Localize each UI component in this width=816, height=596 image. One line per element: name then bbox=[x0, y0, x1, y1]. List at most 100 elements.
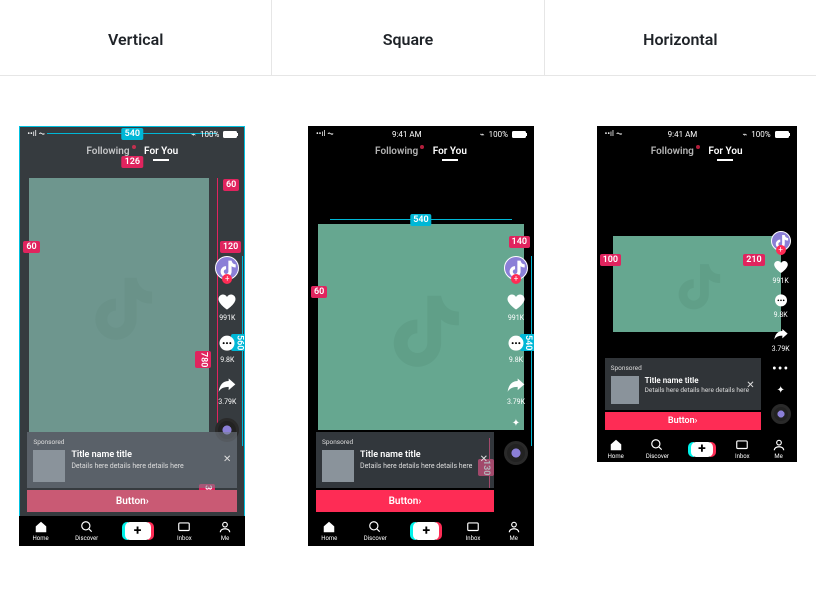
ann-under-tabs: 126 bbox=[122, 156, 143, 168]
sound-disc[interactable] bbox=[771, 404, 791, 424]
tab-following[interactable]: Following bbox=[369, 146, 424, 157]
like-button[interactable]: 991K bbox=[217, 292, 237, 322]
nav-me[interactable]: Me bbox=[507, 520, 521, 542]
battery-pct: 100% bbox=[200, 130, 219, 139]
ann-rm: 120 bbox=[220, 241, 241, 253]
ann-rt: 60 bbox=[223, 179, 239, 191]
media-safe-area bbox=[613, 236, 781, 332]
cta-button[interactable]: Button bbox=[605, 412, 761, 430]
feed-tabs[interactable]: Following For You bbox=[597, 146, 797, 157]
cta-button[interactable]: Button bbox=[316, 490, 494, 512]
battery-pct: 100% bbox=[751, 130, 770, 139]
column-headers: Vertical Square Horizontal bbox=[0, 0, 816, 76]
col-square: Square bbox=[271, 0, 543, 75]
nav-create[interactable]: + bbox=[413, 522, 439, 540]
nav-create[interactable]: + bbox=[691, 442, 713, 457]
ann-left: 60 bbox=[23, 241, 39, 253]
tab-following[interactable]: Following bbox=[80, 146, 135, 157]
ann-right: 210 bbox=[743, 254, 764, 266]
feed-tabs[interactable]: Following For You bbox=[19, 146, 245, 157]
comment-button[interactable]: 9.8K bbox=[217, 334, 237, 364]
tiktok-logo-watermark bbox=[613, 236, 781, 332]
action-rail: 991K 9.8K 3.79K bbox=[215, 256, 239, 442]
card-thumb bbox=[322, 450, 354, 482]
ann-left: 60 bbox=[311, 286, 327, 298]
close-icon[interactable]: ✕ bbox=[746, 380, 754, 391]
nav-home[interactable]: Home bbox=[321, 520, 337, 542]
signal-icon: ••ıl ⏦ bbox=[27, 129, 45, 139]
battery-icon bbox=[223, 131, 237, 138]
bottom-nav: Home Discover + Inbox Me bbox=[19, 516, 245, 546]
sparkle-icon: ✦ bbox=[512, 418, 520, 429]
card-details: Details here details here details here bbox=[71, 462, 183, 470]
sponsored-card[interactable]: Sponsored ✕ Title name title Details her… bbox=[316, 432, 494, 488]
nav-inbox[interactable]: Inbox bbox=[177, 520, 192, 542]
tab-foryou[interactable]: For You bbox=[427, 146, 473, 157]
nav-me[interactable]: Me bbox=[218, 520, 232, 542]
phone-square: ••ıl ⏦ 9:41 AM ⌁ 100% Following For You … bbox=[308, 126, 534, 546]
battery-icon bbox=[775, 131, 789, 138]
battery-icon bbox=[512, 131, 526, 138]
nav-home[interactable]: Home bbox=[33, 520, 49, 542]
media-safe-area bbox=[318, 224, 524, 430]
nav-create[interactable]: + bbox=[125, 522, 151, 540]
sponsored-card[interactable]: Sponsored ✕ Title name title Details her… bbox=[27, 432, 237, 488]
media-safe-area bbox=[29, 178, 209, 432]
time: 9:41 AM bbox=[392, 130, 422, 139]
nav-me[interactable]: Me bbox=[772, 438, 786, 460]
bottom-nav: Home Discover + Inbox Me bbox=[308, 516, 534, 546]
sponsored-card[interactable]: Sponsored ✕ Title name title Details her… bbox=[605, 358, 761, 410]
like-button[interactable]: 991K bbox=[506, 292, 526, 322]
signal-icon: ••ıl ⏦ bbox=[316, 129, 334, 139]
share-button[interactable]: 3.79K bbox=[506, 376, 526, 406]
col-vertical: Vertical bbox=[0, 0, 271, 75]
nav-home[interactable]: Home bbox=[608, 438, 624, 460]
bottom-nav: Home Discover + Inbox Me bbox=[597, 436, 797, 462]
ann-left: 100 bbox=[600, 254, 621, 266]
ann-right: 140 bbox=[509, 236, 530, 248]
tab-foryou[interactable]: For You bbox=[702, 146, 748, 157]
phone-vertical: 540 126 60 60 120 560 780 320 ••ıl ⏦ ⌁ 1… bbox=[19, 126, 245, 546]
nav-inbox[interactable]: Inbox bbox=[466, 520, 481, 542]
status-bar: ••ıl ⏦ ⌁ 100% bbox=[19, 126, 245, 142]
author-avatar[interactable] bbox=[504, 256, 528, 280]
feed-tabs[interactable]: Following For You bbox=[308, 146, 534, 157]
tiktok-logo-watermark bbox=[318, 224, 524, 430]
card-title: Title name title bbox=[71, 450, 183, 460]
author-avatar[interactable] bbox=[215, 256, 239, 280]
nav-inbox[interactable]: Inbox bbox=[735, 438, 750, 460]
sponsored-label: Sponsored bbox=[611, 364, 755, 376]
sponsored-label: Sponsored bbox=[322, 438, 488, 450]
card-thumb bbox=[611, 376, 639, 404]
bluetooth-icon: ⌁ bbox=[191, 130, 196, 139]
share-button[interactable]: 3.79K bbox=[772, 327, 790, 353]
action-rail: 991K 9.8K 3.79K ✦ bbox=[504, 256, 528, 465]
sound-disc[interactable] bbox=[504, 441, 528, 465]
close-icon[interactable]: ✕ bbox=[223, 454, 231, 465]
ann-mh: 780 bbox=[195, 351, 211, 368]
card-title: Title name title bbox=[645, 376, 749, 385]
action-rail: 991K 9.8K 3.79K ••• ✦ bbox=[771, 231, 791, 424]
comment-button[interactable]: 9.8K bbox=[506, 334, 526, 364]
share-button[interactable]: 3.79K bbox=[217, 376, 237, 406]
close-icon[interactable]: ✕ bbox=[480, 454, 488, 465]
card-details: Details here details here details here bbox=[645, 387, 749, 395]
nav-discover[interactable]: Discover bbox=[364, 520, 387, 542]
nav-discover[interactable]: Discover bbox=[646, 438, 669, 460]
bluetooth-icon: ⌁ bbox=[480, 130, 485, 139]
tab-foryou[interactable]: For You bbox=[138, 146, 184, 157]
more-button[interactable]: ••• bbox=[772, 361, 789, 377]
battery-pct: 100% bbox=[489, 130, 508, 139]
cta-button[interactable]: Button bbox=[27, 490, 237, 512]
nav-discover[interactable]: Discover bbox=[75, 520, 98, 542]
time: 9:41 AM bbox=[668, 130, 698, 139]
card-thumb bbox=[33, 450, 65, 482]
sparkle-icon: ✦ bbox=[776, 385, 784, 396]
tab-following[interactable]: Following bbox=[645, 146, 700, 157]
sponsored-label: Sponsored bbox=[33, 438, 231, 450]
author-avatar[interactable] bbox=[771, 231, 791, 251]
bluetooth-icon: ⌁ bbox=[742, 130, 747, 139]
like-button[interactable]: 991K bbox=[773, 259, 789, 285]
comment-button[interactable]: 9.8K bbox=[773, 293, 789, 319]
status-bar: ••ıl ⏦ 9:41 AM ⌁ 100% bbox=[597, 126, 797, 142]
